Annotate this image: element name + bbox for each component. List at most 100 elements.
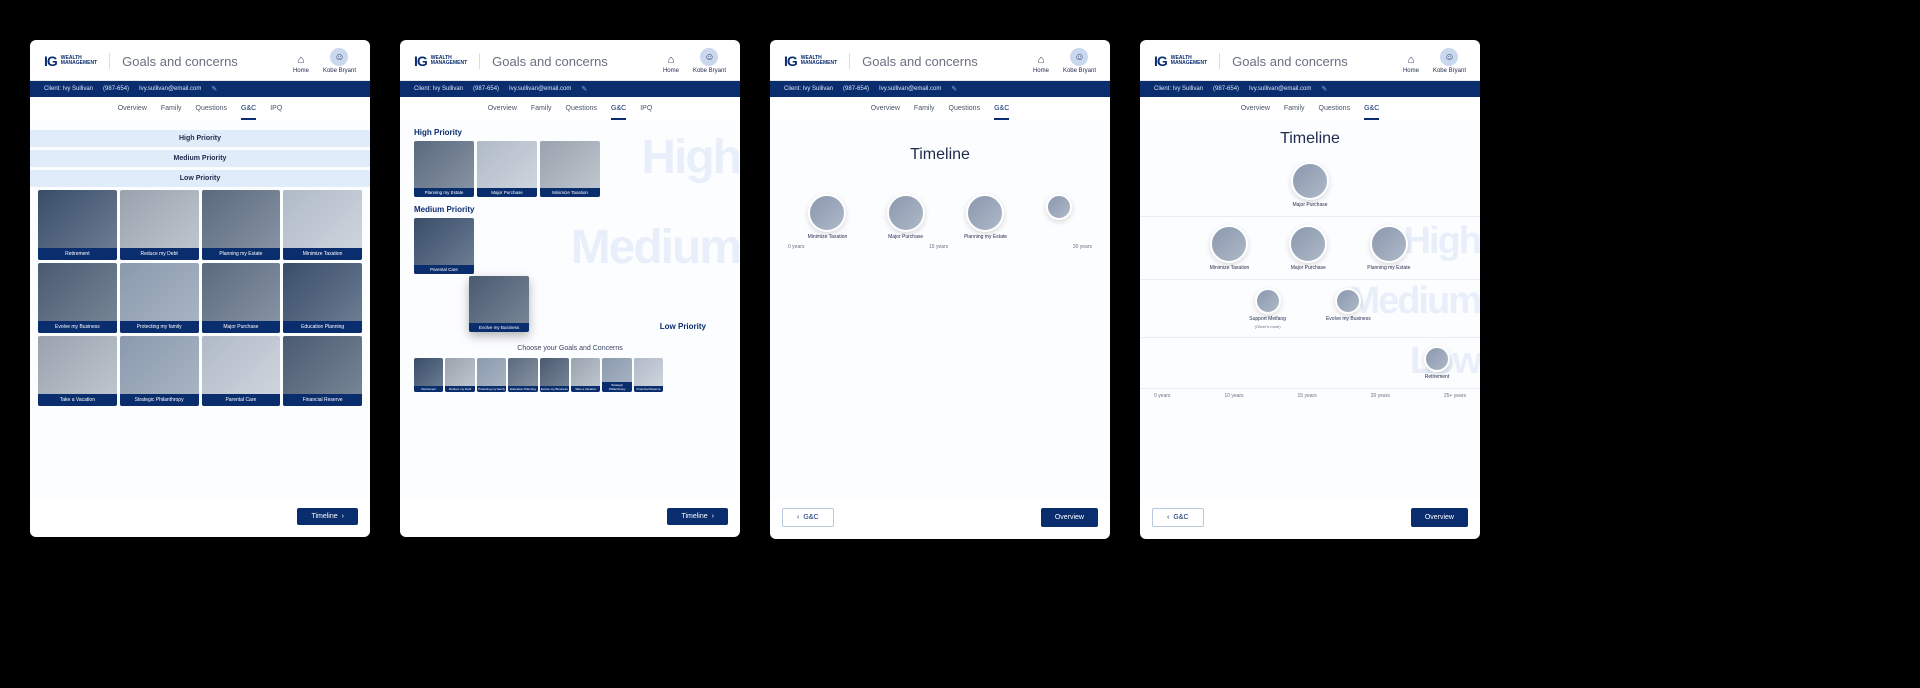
bubble-support-meifang[interactable]: Support Meifang(Oliver's mom) [1249, 288, 1286, 329]
tab-questions[interactable]: Questions [1319, 105, 1351, 120]
edit-icon[interactable]: ✎ [211, 85, 217, 93]
bubble-minimize-taxation[interactable]: Minimize Taxation [1210, 225, 1250, 271]
tab-family[interactable]: Family [161, 105, 182, 120]
user-menu[interactable]: ☺Kobe Bryant [693, 48, 726, 74]
brand-logo[interactable]: IG WEALTHMANAGEMENT [1154, 53, 1220, 69]
goal-major-purchase[interactable]: Major Purchase [202, 263, 281, 333]
user-menu[interactable]: ☺ Kobe Bryant [323, 48, 356, 74]
chooser-strategic-philanthropy[interactable]: Strategic Philanthropy [602, 358, 631, 392]
bubble-planning-estate[interactable]: Planning my Estate [1367, 225, 1410, 271]
tab-overview[interactable]: Overview [871, 105, 900, 120]
goal-financial-reserve[interactable]: Financial Reserve [283, 336, 362, 406]
bubble-major-purchase-2[interactable]: Major Purchase [1289, 225, 1327, 271]
tab-family[interactable]: Family [531, 105, 552, 120]
chooser-protecting-family[interactable]: Protecting my family [477, 358, 506, 392]
priority-high-bar[interactable]: High Priority [30, 130, 370, 147]
chooser-education-planning[interactable]: Education Planning [508, 358, 537, 392]
chooser-take-vacation[interactable]: Take a Vacation [571, 358, 600, 392]
band-high[interactable]: Minimize Taxation Major Purchase Plannin… [1140, 217, 1480, 280]
bubble-extra[interactable] [1046, 194, 1072, 220]
next-timeline-button[interactable]: Timeline › [667, 508, 728, 525]
bubble-minimize-taxation[interactable]: Minimize Taxation [808, 194, 848, 240]
tick: 10 years [1224, 393, 1243, 399]
home-icon: ⌂ [298, 54, 305, 66]
tab-gc[interactable]: G&C [241, 105, 256, 120]
goal-planning-estate[interactable]: Planning my Estate [202, 190, 281, 260]
bubble-evolve-business[interactable]: Evolve my Business [1326, 288, 1371, 329]
goal-protecting-family[interactable]: Protecting my family [120, 263, 199, 333]
bubble-major-purchase[interactable]: Major Purchase [1291, 162, 1329, 208]
timeline-area[interactable]: Minimize Taxation Major Purchase Plannin… [774, 194, 1106, 270]
tab-questions[interactable]: Questions [949, 105, 981, 120]
tab-family[interactable]: Family [914, 105, 935, 120]
priority-medium-bar[interactable]: Medium Priority [30, 150, 370, 167]
chooser-evolve-business[interactable]: Evolve my Business [540, 358, 569, 392]
tab-questions[interactable]: Questions [196, 105, 228, 120]
user-menu[interactable]: ☺Kobe Bryant [1063, 48, 1096, 74]
goal-retirement[interactable]: Retirement [38, 190, 117, 260]
band-medium[interactable]: Support Meifang(Oliver's mom) Evolve my … [1140, 280, 1480, 338]
next-overview-button[interactable]: Overview [1411, 508, 1468, 527]
tab-ipq[interactable]: IPQ [640, 105, 652, 120]
goal-major-purchase[interactable]: Major Purchase [477, 141, 537, 197]
tick: 15 years [929, 244, 948, 250]
band-top[interactable]: Major Purchase [1140, 154, 1480, 217]
tab-family[interactable]: Family [1284, 105, 1305, 120]
back-gc-button[interactable]: ‹ G&C [1152, 508, 1204, 527]
home-icon: ⌂ [1038, 54, 1045, 66]
tab-gc[interactable]: G&C [611, 105, 626, 120]
brand-logo[interactable]: IG WEALTHMANAGEMENT [414, 53, 480, 69]
goal-evolve-business[interactable]: Evolve my Business [38, 263, 117, 333]
edit-icon[interactable]: ✎ [951, 85, 957, 93]
bubble-planning-estate[interactable]: Planning my Estate [964, 194, 1007, 240]
dragging-tile[interactable]: Evolve my Business [469, 276, 529, 332]
user-menu[interactable]: ☺Kobe Bryant [1433, 48, 1466, 74]
bubble-retirement[interactable]: Retirement [1424, 346, 1450, 380]
tab-overview[interactable]: Overview [488, 105, 517, 120]
brand-logo[interactable]: IG WEALTHMANAGEMENT [44, 53, 110, 69]
goal-reduce-debt[interactable]: Reduce my Debt [120, 190, 199, 260]
tab-questions[interactable]: Questions [566, 105, 598, 120]
bubble-major-purchase[interactable]: Major Purchase [887, 194, 925, 240]
body: Timeline Minimize Taxation Major Purchas… [770, 120, 1110, 500]
next-timeline-button[interactable]: Timeline › [297, 508, 358, 525]
back-gc-button[interactable]: ‹ G&C [782, 508, 834, 527]
home-nav[interactable]: ⌂Home [1033, 54, 1049, 74]
client-bar: Client: Ivy Sullivan (987-654) Ivy.sulli… [770, 81, 1110, 97]
edit-icon[interactable]: ✎ [581, 85, 587, 93]
goal-evolve-business[interactable]: Evolve my Business [469, 276, 529, 332]
screen-1-goals-grid: IG WEALTHMANAGEMENT Goals and concerns ⌂… [30, 40, 370, 537]
goal-minimize-taxation[interactable]: Minimize Taxation [283, 190, 362, 260]
home-nav[interactable]: ⌂Home [1403, 54, 1419, 74]
goal-strategic-philanthropy[interactable]: Strategic Philanthropy [120, 336, 199, 406]
brand-logo[interactable]: IG WEALTHMANAGEMENT [784, 53, 850, 69]
chooser-financial-reserve[interactable]: Financial Reserve [634, 358, 663, 392]
goal-minimize-taxation[interactable]: Minimize Taxation [540, 141, 600, 197]
tab-gc[interactable]: G&C [994, 105, 1009, 120]
chevron-left-icon: ‹ [1167, 514, 1169, 521]
goal-planning-estate[interactable]: Planning my Estate [414, 141, 474, 197]
goal-parental-care[interactable]: Parental Care [202, 336, 281, 406]
band-low[interactable]: Retirement [1140, 338, 1480, 389]
client-phone: (987-654) [103, 86, 129, 92]
chooser-retirement[interactable]: Retirement [414, 358, 443, 392]
goal-take-vacation[interactable]: Take a Vacation [38, 336, 117, 406]
tab-ipq[interactable]: IPQ [270, 105, 282, 120]
timeline-title: Timeline [774, 130, 1106, 194]
priority-low-bar[interactable]: Low Priority [30, 170, 370, 187]
chooser-reduce-debt[interactable]: Reduce my Debt [445, 358, 474, 392]
tab-gc[interactable]: G&C [1364, 105, 1379, 120]
home-nav[interactable]: ⌂ Home [293, 54, 309, 74]
chevron-right-icon: › [342, 513, 344, 520]
goal-education-planning[interactable]: Education Planning [283, 263, 362, 333]
goal-parental-care[interactable]: Parental Care [414, 218, 474, 274]
edit-icon[interactable]: ✎ [1321, 85, 1327, 93]
tab-overview[interactable]: Overview [1241, 105, 1270, 120]
tab-overview[interactable]: Overview [118, 105, 147, 120]
next-overview-button[interactable]: Overview [1041, 508, 1098, 527]
high-bucket[interactable]: Planning my Estate Major Purchase Minimi… [404, 141, 736, 197]
medium-bucket[interactable]: Parental Care Evolve my Business [404, 218, 736, 274]
home-nav[interactable]: ⌂Home [663, 54, 679, 74]
tabs: Overview Family Questions G&C [770, 97, 1110, 120]
client-email[interactable]: Ivy.sullivan@email.com [139, 86, 201, 92]
